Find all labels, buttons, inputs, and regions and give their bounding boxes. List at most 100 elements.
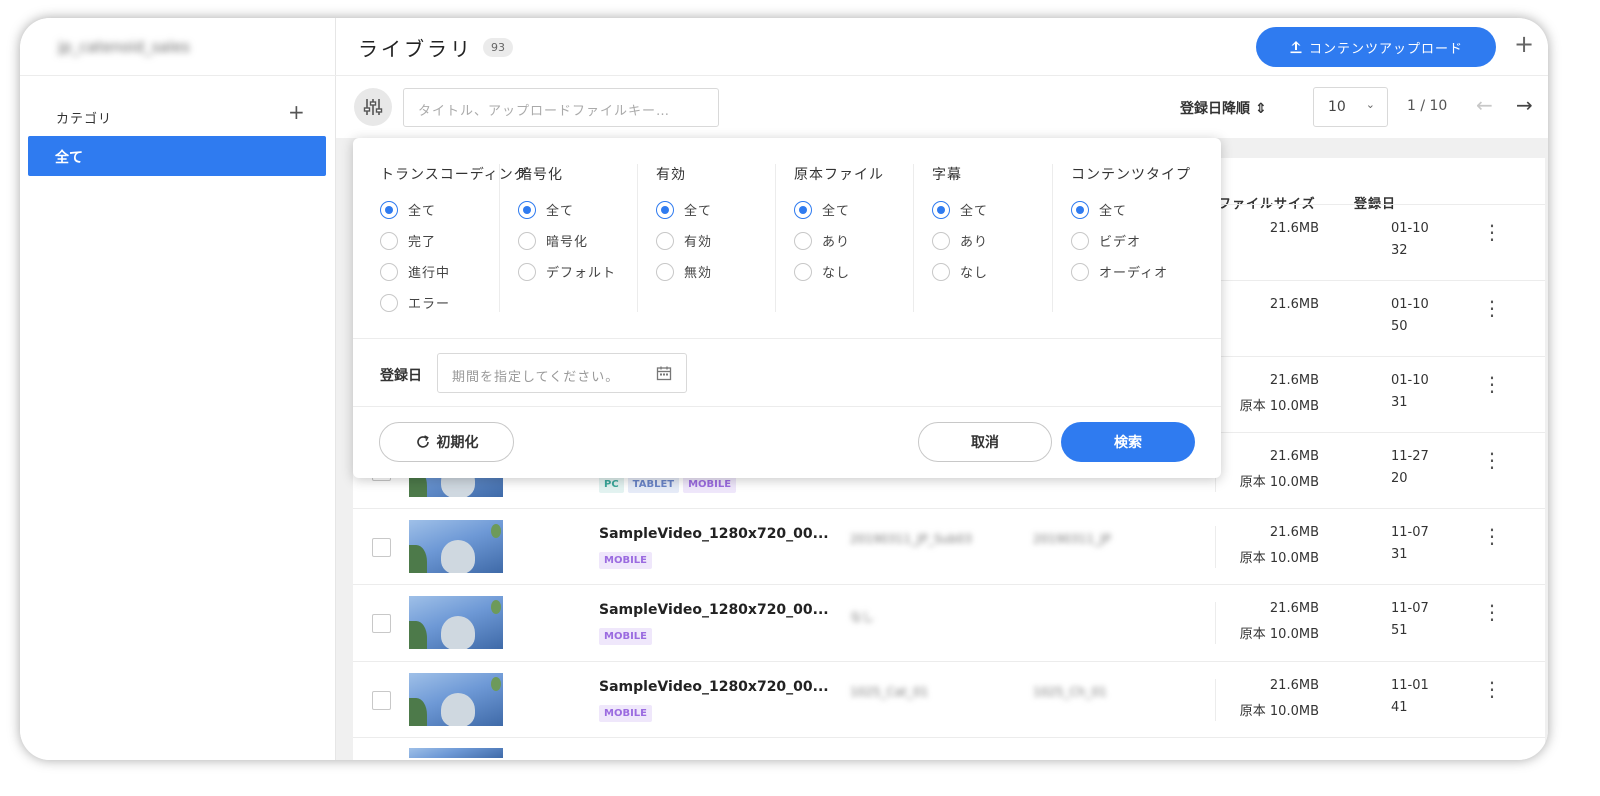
more-options-icon[interactable]: ⋮	[1482, 298, 1502, 318]
radio-button[interactable]	[380, 200, 398, 219]
sidebar-item-all[interactable]: 全て	[28, 136, 326, 176]
search-button[interactable]: 検索	[1061, 422, 1195, 462]
row-checkbox[interactable]	[372, 614, 391, 633]
radio-button[interactable]	[380, 231, 398, 250]
thumbnail-figure	[441, 616, 475, 649]
video-title[interactable]: SampleVideo_1280x720_00...	[599, 526, 829, 542]
table-row[interactable]	[353, 737, 1545, 760]
table-row[interactable]: SampleVideo_1280x720_00... MOBILE なし 21.6MB…	[353, 584, 1545, 660]
radio-button[interactable]	[794, 200, 812, 219]
filter-group-divider	[1052, 164, 1053, 312]
reset-button[interactable]: 初期化	[379, 422, 514, 462]
row-checkbox[interactable]	[372, 691, 391, 710]
radio-button[interactable]	[932, 262, 950, 281]
filter-option[interactable]: あり	[794, 225, 884, 256]
radio-button[interactable]	[1071, 231, 1089, 250]
add-category-button[interactable]: +	[288, 102, 305, 122]
filter-option[interactable]: 全て	[656, 194, 712, 225]
account-header[interactable]: jp_catenoid_sales	[20, 18, 336, 76]
file-size: 21.6MB	[1269, 525, 1319, 540]
filter-group-title: トランスコーディング	[380, 167, 529, 183]
table-row[interactable]: SampleVideo_1280x720_00... MOBILE 1025_Cat…	[353, 661, 1545, 737]
filter-option[interactable]: 有効	[656, 225, 712, 256]
more-options-icon[interactable]: ⋮	[1482, 526, 1502, 546]
filter-option[interactable]: 全て	[380, 194, 529, 225]
filter-option[interactable]: あり	[932, 225, 988, 256]
filter-group-title: 原本ファイル	[794, 167, 884, 183]
more-options-icon[interactable]: ⋮	[1482, 374, 1502, 394]
radio-button[interactable]	[518, 200, 536, 219]
radio-button[interactable]	[518, 231, 536, 250]
filter-option[interactable]: 進行中	[380, 256, 529, 287]
more-options-icon[interactable]: ⋮	[1482, 222, 1502, 242]
video-title[interactable]: SampleVideo_1280x720_00...	[599, 602, 829, 618]
upload-content-button[interactable]: コンテンツアップロード	[1256, 27, 1496, 67]
filter-option[interactable]: 無効	[656, 256, 712, 287]
sort-dropdown[interactable]: 登録日降順 ⇕	[1180, 98, 1267, 118]
page-indicator: 1 / 10	[1407, 98, 1448, 114]
radio-button[interactable]	[932, 231, 950, 250]
cancel-label: 取消	[971, 435, 999, 451]
column-divider	[1215, 679, 1216, 721]
reset-label: 初期化	[436, 435, 479, 451]
device-tag: MOBILE	[599, 552, 652, 569]
filter-toggle-button[interactable]	[354, 88, 392, 126]
radio-button[interactable]	[656, 262, 674, 281]
filter-option[interactable]: 全て	[932, 194, 988, 225]
date-filter-label: 登録日	[380, 368, 422, 384]
video-thumbnail[interactable]	[409, 748, 503, 758]
column-divider	[1215, 602, 1216, 644]
add-button[interactable]: +	[1514, 32, 1534, 56]
more-options-icon[interactable]: ⋮	[1482, 602, 1502, 622]
sort-label: 登録日降順	[1180, 101, 1250, 117]
more-options-icon[interactable]: ⋮	[1482, 679, 1502, 699]
filter-option[interactable]: エラー	[380, 287, 529, 318]
filter-option[interactable]: なし	[794, 256, 884, 287]
registered-date: 11-07	[1391, 601, 1429, 616]
video-title[interactable]: SampleVideo_1280x720_00...	[599, 679, 829, 695]
radio-button[interactable]	[380, 293, 398, 312]
registered-time: 41	[1391, 700, 1408, 715]
category-value: 20190311_JP_Sub03	[850, 532, 972, 546]
filter-option[interactable]: 完了	[380, 225, 529, 256]
original-file-size: 原本 10.0MB	[1239, 704, 1319, 719]
filter-option[interactable]: デフォルト	[518, 256, 616, 287]
next-page-arrow-icon[interactable]: →	[1516, 93, 1533, 117]
video-thumbnail[interactable]	[409, 673, 503, 726]
thumbnail-foliage	[409, 698, 427, 726]
video-thumbnail[interactable]	[409, 596, 503, 649]
column-divider	[1215, 526, 1216, 568]
radio-button[interactable]	[794, 262, 812, 281]
thumbnail-figure	[441, 693, 475, 726]
date-range-input[interactable]: 期間を指定してください。	[437, 353, 687, 393]
radio-button[interactable]	[380, 262, 398, 281]
filter-option[interactable]: オーディオ	[1071, 256, 1191, 287]
filter-option[interactable]: ビデオ	[1071, 225, 1191, 256]
filter-option[interactable]: なし	[932, 256, 988, 287]
prev-page-arrow-icon[interactable]: ←	[1476, 93, 1493, 117]
radio-button[interactable]	[794, 231, 812, 250]
filter-option[interactable]: 全て	[794, 194, 884, 225]
more-options-icon[interactable]: ⋮	[1482, 450, 1502, 470]
filter-option[interactable]: 暗号化	[518, 225, 616, 256]
search-input[interactable]: タイトル、アップロードファイルキー…	[403, 88, 719, 127]
file-size: 21.6MB	[1269, 678, 1319, 693]
main-header: ライブラリ 93 コンテンツアップロード +	[336, 18, 1548, 76]
radio-button[interactable]	[1071, 200, 1089, 219]
category-value: 1025_Cat_01	[850, 685, 929, 699]
row-checkbox[interactable]	[372, 538, 391, 557]
table-row[interactable]: SampleVideo_1280x720_00... MOBILE 20190311…	[353, 508, 1545, 584]
page-size-select[interactable]: 10 ⌄	[1313, 87, 1388, 127]
radio-button[interactable]	[656, 200, 674, 219]
filter-option[interactable]: 全て	[518, 194, 616, 225]
radio-button[interactable]	[656, 231, 674, 250]
filter-group-title: 字幕	[932, 167, 962, 183]
radio-button[interactable]	[1071, 262, 1089, 281]
cancel-button[interactable]: 取消	[918, 422, 1052, 462]
radio-button[interactable]	[932, 200, 950, 219]
video-thumbnail[interactable]	[409, 520, 503, 573]
thumbnail-foliage	[491, 600, 501, 614]
radio-button[interactable]	[518, 262, 536, 281]
filter-option[interactable]: 全て	[1071, 194, 1191, 225]
filter-group: トランスコーディング 全て 完了 進行中 エラー	[380, 164, 529, 312]
